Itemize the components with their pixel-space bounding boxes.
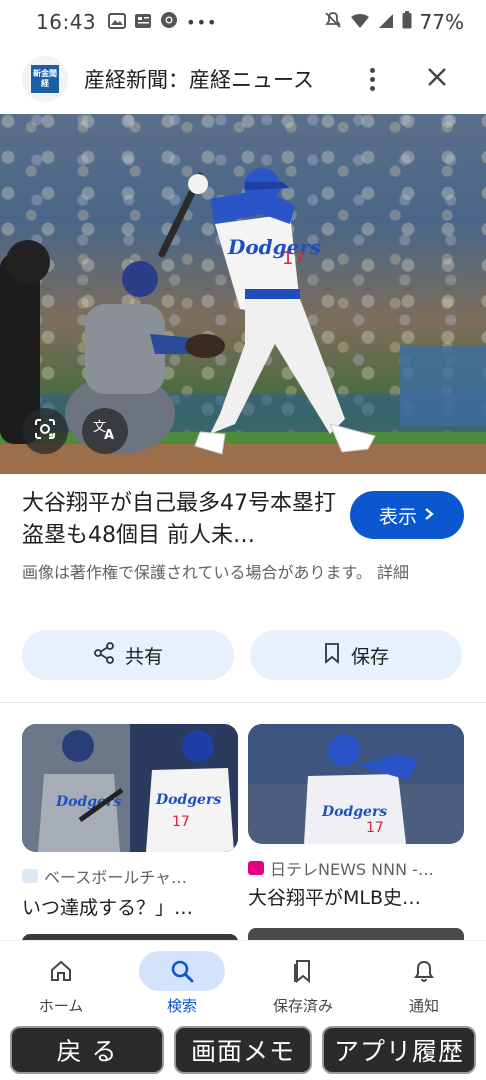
signal-icon xyxy=(378,10,394,34)
lens-search-button[interactable] xyxy=(22,408,68,454)
section-divider xyxy=(0,702,486,703)
related-source: 日テレNEWS NNN -… xyxy=(248,856,434,880)
share-icon xyxy=(93,641,115,669)
related-caption[interactable]: いつ達成する？」… xyxy=(22,893,193,920)
nav-saved[interactable]: 保存済み xyxy=(253,941,353,1025)
close-icon[interactable] xyxy=(422,62,452,92)
status-time: 16:43 xyxy=(36,10,97,34)
nav-home[interactable]: ホーム xyxy=(11,941,111,1025)
svg-text:17: 17 xyxy=(172,814,190,830)
search-icon xyxy=(139,951,225,991)
bookmark-icon xyxy=(260,951,346,991)
nav-notifications-label: 通知 xyxy=(408,997,439,1015)
battery-level: 77% xyxy=(419,10,464,34)
nav-notifications[interactable]: 通知 xyxy=(374,941,474,1025)
nav-home-label: ホーム xyxy=(38,997,84,1015)
svg-text:Dodgers: Dodgers xyxy=(227,235,321,259)
more-notifications-icon: ••• xyxy=(186,12,218,32)
nav-search-label: 検索 xyxy=(166,997,197,1015)
save-label: 保存 xyxy=(350,645,389,668)
back-button[interactable]: 戻 る xyxy=(10,1026,164,1074)
bookmark-icon xyxy=(323,642,341,669)
nav-saved-label: 保存済み xyxy=(272,997,333,1015)
news-icon xyxy=(134,10,152,34)
share-label: 共有 xyxy=(124,645,163,668)
result-title[interactable]: 大谷翔平が自己最多47号本塁打 盗塁も48個目 前人未… xyxy=(22,488,340,552)
source-header: 新金聞経 産経新聞：産経ニュース xyxy=(0,50,486,108)
visit-button-label: 表示 xyxy=(378,505,417,528)
source-logo[interactable]: 新金聞経 xyxy=(22,56,68,102)
visit-button[interactable]: 表示 xyxy=(350,491,464,539)
home-icon xyxy=(18,951,104,991)
more-options-icon[interactable] xyxy=(358,60,386,98)
battery-icon xyxy=(402,10,412,34)
status-bar: 16:43 ••• 77% xyxy=(0,0,486,44)
source-logo-mark: 新金聞経 xyxy=(31,65,59,93)
mute-icon xyxy=(324,10,342,34)
source-favicon-icon xyxy=(248,861,264,875)
wifi-icon xyxy=(350,10,370,34)
copyright-notice[interactable]: 画像は著作権で保護されている場合があります。 詳細 xyxy=(22,560,462,586)
translate-button[interactable]: 文A xyxy=(82,408,128,454)
share-button[interactable]: 共有 xyxy=(22,630,234,680)
chrome-icon xyxy=(160,10,178,34)
preview-image[interactable]: Dodgers 17 文A xyxy=(0,114,486,474)
translate-icon: 文A xyxy=(92,417,118,445)
bottom-navigation: ホーム 検索 保存済み 通知 xyxy=(0,940,486,1024)
related-image[interactable]: Dodgers Dodgers 17 xyxy=(22,724,238,852)
related-image[interactable]: Dodgers 17 xyxy=(248,724,464,844)
nav-search[interactable]: 検索 xyxy=(132,941,232,1025)
chevron-right-icon xyxy=(423,504,435,526)
batter-illustration: Dodgers 17 xyxy=(0,168,486,455)
svg-text:A: A xyxy=(104,428,114,441)
lens-icon xyxy=(33,417,57,445)
svg-text:Dodgers: Dodgers xyxy=(321,804,387,820)
screen-memo-button[interactable]: 画面メモ xyxy=(174,1026,312,1074)
gallery-icon xyxy=(108,10,127,34)
related-source: ベースボールチャ… xyxy=(22,864,187,888)
save-button[interactable]: 保存 xyxy=(250,630,462,680)
system-navigation-bar: 戻 る 画面メモ アプリ履歴 xyxy=(0,1024,486,1080)
svg-text:17: 17 xyxy=(366,820,384,836)
source-title[interactable]: 産経新聞：産経ニュース xyxy=(84,64,314,94)
related-caption[interactable]: 大谷翔平がMLB史… xyxy=(248,883,421,910)
svg-text:17: 17 xyxy=(282,248,305,269)
svg-text:Dodgers: Dodgers xyxy=(155,792,221,808)
bell-icon xyxy=(381,951,467,991)
result-title-row: 大谷翔平が自己最多47号本塁打 盗塁も48個目 前人未… 表示 xyxy=(22,488,464,552)
app-history-button[interactable]: アプリ履歴 xyxy=(322,1026,476,1074)
source-favicon-icon xyxy=(22,869,38,883)
